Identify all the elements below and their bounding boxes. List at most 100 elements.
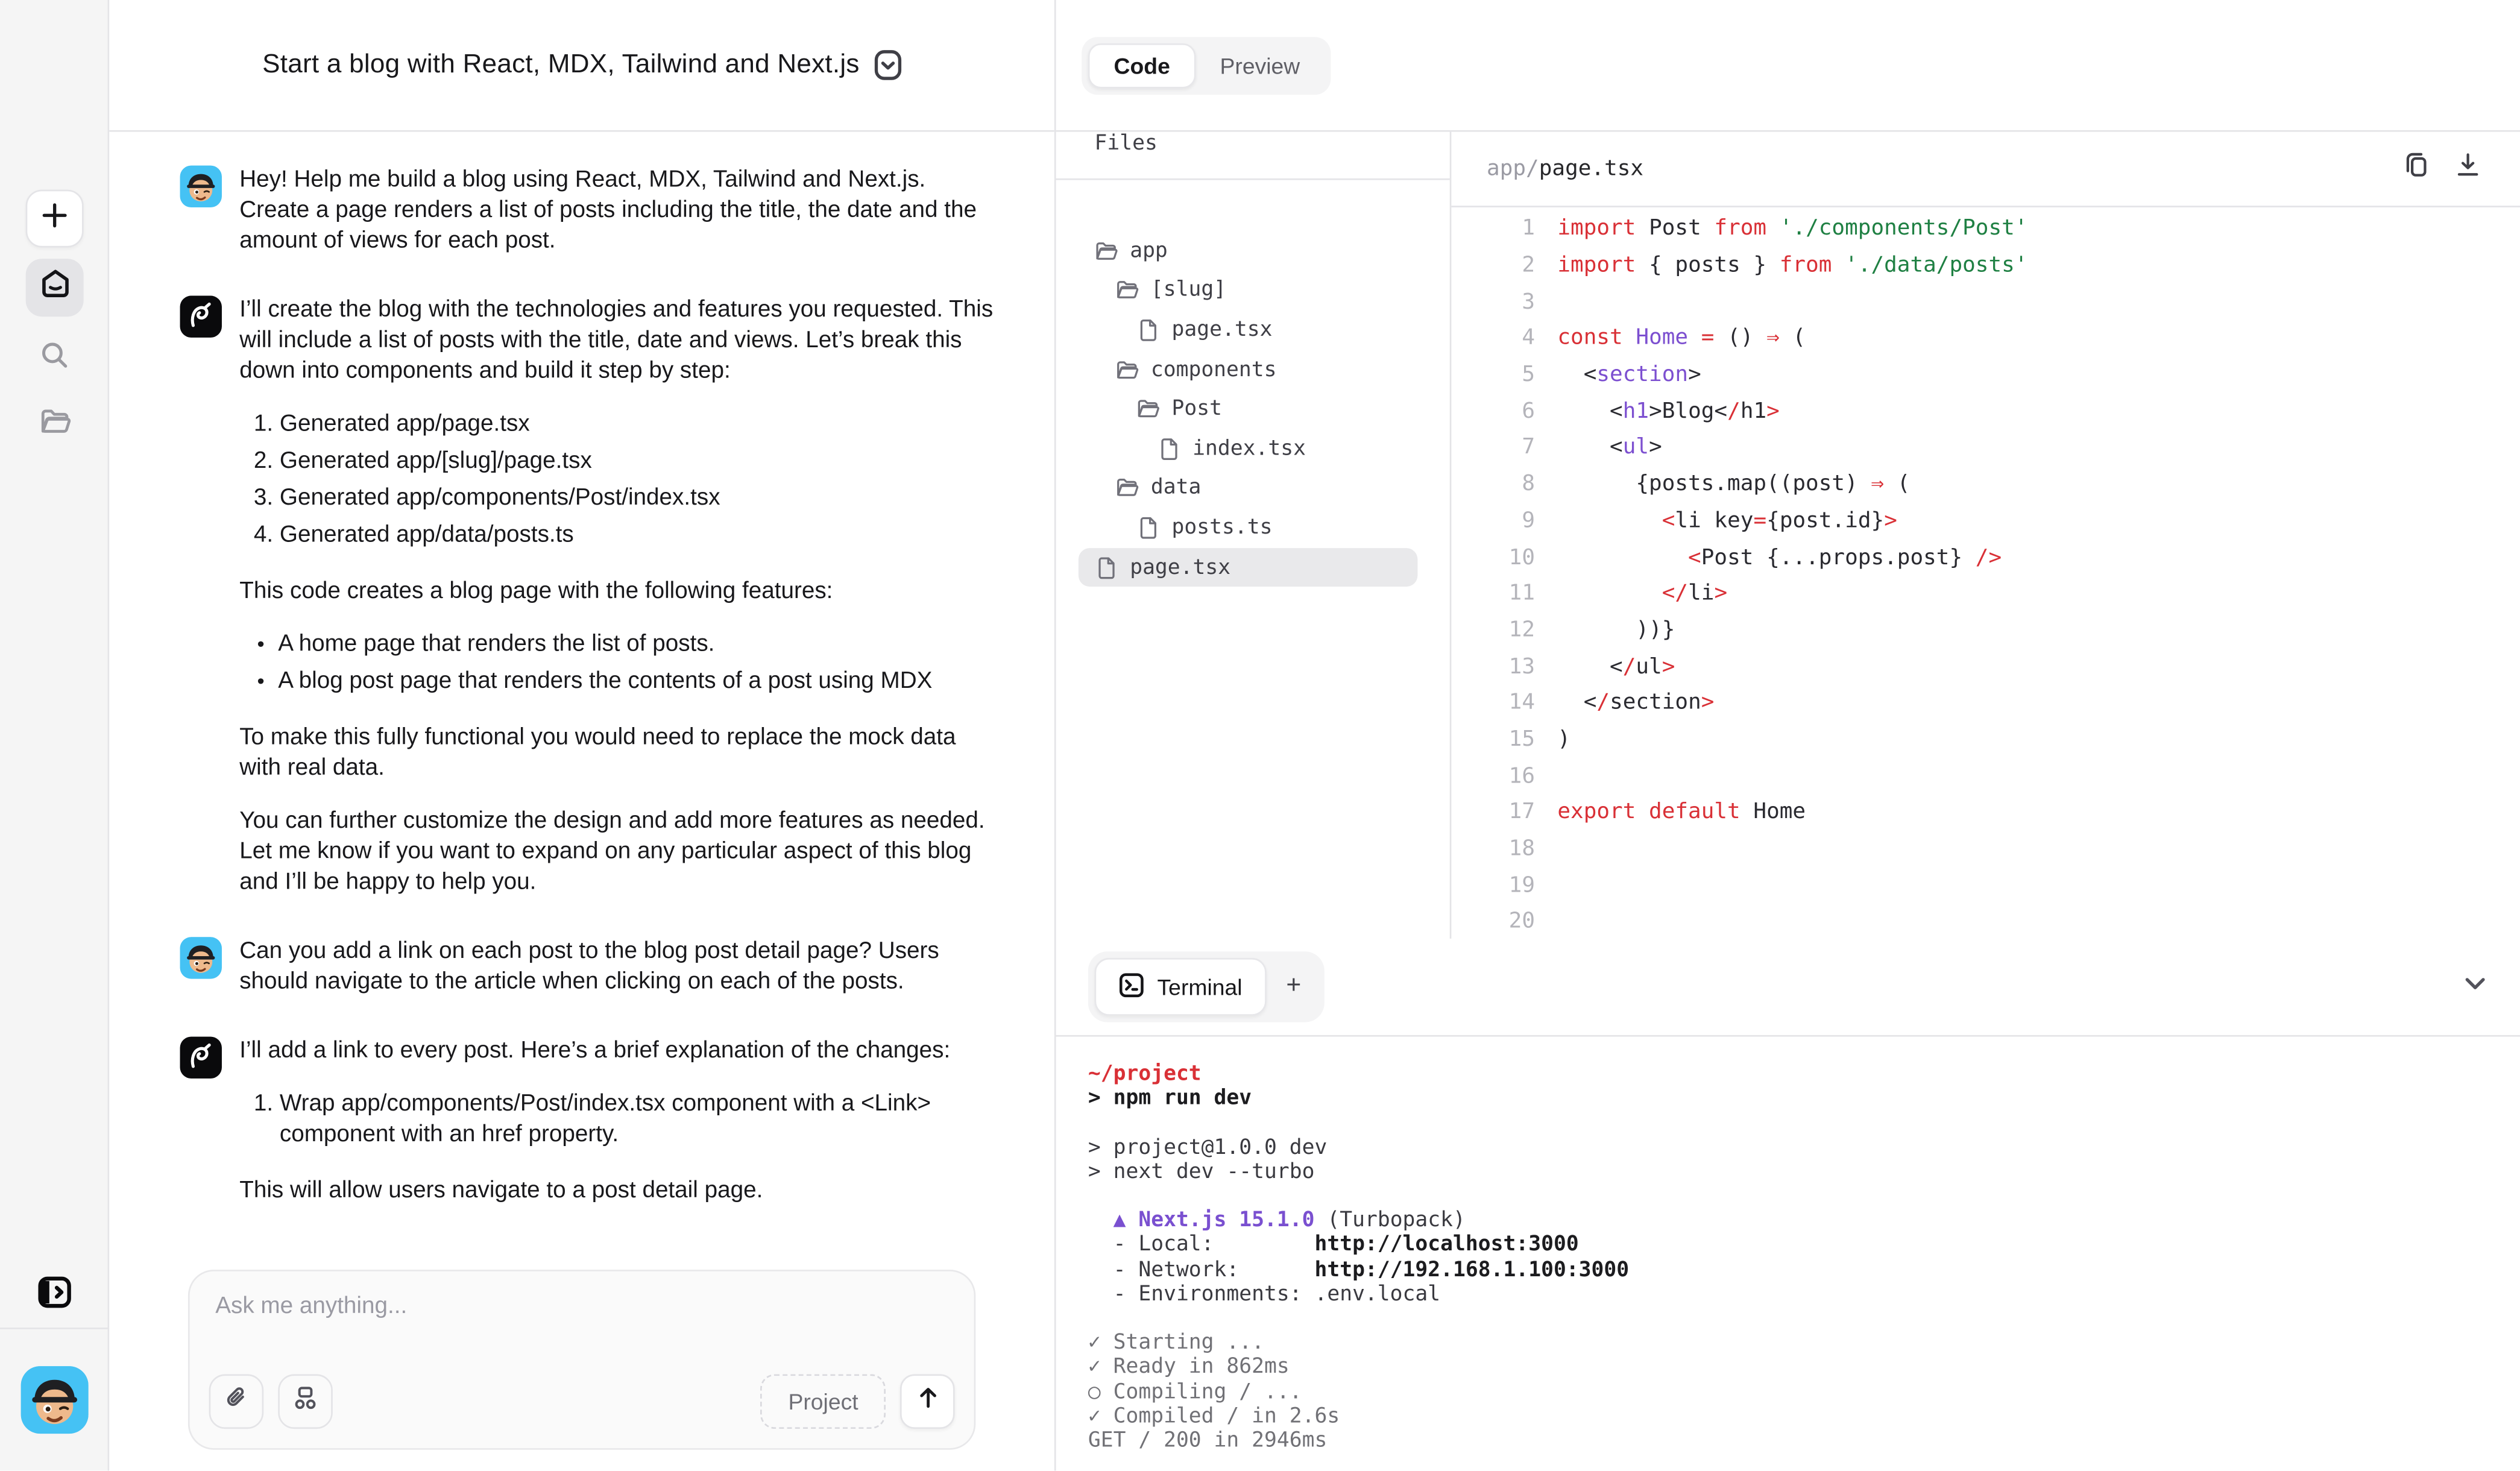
collapse-terminal-button[interactable] [2452, 965, 2498, 1010]
line-code: <h1>Blog</h1> [1535, 398, 1780, 424]
message-ul: A home page that renders the list of pos… [239, 630, 997, 698]
copy-code-button[interactable] [2395, 148, 2436, 189]
user-avatar [180, 937, 222, 978]
code-line: 5 <section> [1451, 356, 2520, 392]
folder-icon [1115, 476, 1139, 500]
line-number: 11 [1451, 581, 1535, 606]
file-name: components [1151, 358, 1277, 382]
terminal-bar: Terminal + [1056, 939, 2520, 1037]
message-p: I’ll create the blog with the technologi… [239, 296, 997, 388]
add-terminal-button[interactable]: + [1270, 958, 1318, 1016]
file-icon [1158, 437, 1182, 461]
code-line: 17export default Home [1451, 794, 2520, 830]
file-tree-item-Post[interactable]: Post [1079, 389, 1418, 429]
message-p: I’ll add a link to every post. Here’s a … [239, 1037, 997, 1068]
line-number: 15 [1451, 726, 1535, 752]
file-tree-item-page.tsx[interactable]: page.tsx [1079, 547, 1418, 587]
chevron-down-badge-icon[interactable] [874, 50, 901, 81]
list-item: A home page that renders the list of pos… [278, 630, 997, 661]
chat-title: Start a blog with React, MDX, Tailwind a… [262, 50, 860, 81]
composer-toolbar: Project [209, 1374, 955, 1429]
terminal-output[interactable]: ~/project > npm run dev > project@1.0.0 … [1056, 1037, 2520, 1471]
file-icon [1095, 555, 1119, 579]
file-name: posts.ts [1172, 516, 1273, 540]
code-line: 9 <li key={post.id}> [1451, 502, 2520, 538]
list-item: Wrap app/components/Post/index.tsx compo… [280, 1090, 997, 1151]
new-chat-button[interactable] [26, 190, 84, 248]
file-tree-item-components[interactable]: components [1079, 350, 1418, 390]
chat-input[interactable] [215, 1294, 922, 1320]
line-code: </section> [1535, 690, 1714, 716]
line-number: 12 [1451, 617, 1535, 643]
code-line: 7 <ul> [1451, 429, 2520, 465]
message-ol: Generated app/page.tsxGenerated app/[slu… [239, 410, 997, 552]
code-editor: app/page.tsx 1import Post from './compon… [1451, 132, 2520, 939]
line-code: <ul> [1535, 435, 1662, 461]
tab-preview[interactable]: Preview [1196, 43, 1325, 88]
search-button[interactable] [26, 330, 84, 388]
file-icon [1095, 555, 1119, 579]
home-button[interactable] [26, 259, 84, 317]
app-window: Start a blog with React, MDX, Tailwind a… [0, 0, 2520, 1471]
line-number: 3 [1451, 289, 1535, 315]
message-content: I’ll add a link to every post. Here’s a … [239, 1037, 997, 1208]
view-switcher: Code Preview [1082, 36, 1331, 94]
attach-button[interactable] [209, 1374, 264, 1429]
code-content[interactable]: 1import Post from './components/Post'2im… [1451, 207, 2520, 939]
panel-toggle-icon [37, 1274, 72, 1317]
chat-header: Start a blog with React, MDX, Tailwind a… [109, 0, 1054, 132]
composer: Project [188, 1270, 975, 1450]
code-line: 19 [1451, 867, 2520, 903]
line-code: import Post from './components/Post' [1535, 216, 2027, 242]
file-tree-item-data[interactable]: data [1079, 468, 1418, 508]
file-icon [1136, 318, 1161, 342]
files-label: Files [1095, 132, 1158, 156]
code-line: 16 [1451, 758, 2520, 794]
project-button[interactable]: Project [761, 1374, 886, 1429]
file-name: index.tsx [1192, 437, 1306, 461]
workspace-panel: Code Preview Files app[slug]page.tsxcomp… [1054, 0, 2520, 1471]
download-code-button[interactable] [2446, 148, 2488, 189]
line-code: import { posts } from './data/posts' [1535, 253, 2027, 279]
file-icon [1136, 318, 1161, 342]
file-tree-item-app[interactable]: app [1079, 232, 1418, 271]
toggle-sidebar-button[interactable] [26, 1267, 84, 1325]
file-tree-item-posts.ts[interactable]: posts.ts [1079, 508, 1418, 548]
blocks-icon [292, 1385, 318, 1419]
rail-divider [0, 1328, 109, 1329]
message-content: I’ll create the blog with the technologi… [239, 296, 997, 899]
projects-button[interactable] [26, 397, 84, 455]
plus-icon [40, 200, 69, 237]
file-tree-item-slug[interactable]: [slug] [1079, 271, 1418, 310]
code-line: 15) [1451, 721, 2520, 757]
code-line: 18 [1451, 830, 2520, 866]
code-line: 14 </section> [1451, 685, 2520, 721]
file-tree-item-page.tsx[interactable]: page.tsx [1079, 310, 1418, 350]
folder-icon [1115, 476, 1139, 500]
message-p: You can further customize the design and… [239, 807, 997, 898]
list-item: Generated app/[slug]/page.tsx [280, 447, 997, 477]
file-name: Post [1172, 397, 1222, 421]
user-memoji-icon [180, 937, 222, 978]
message-list: Hey! Help me build a blog using React, M… [109, 132, 1054, 1208]
user-message: Hey! Help me build a blog using React, M… [180, 166, 997, 257]
tab-code[interactable]: Code [1088, 43, 1196, 88]
user-account-avatar[interactable] [21, 1366, 89, 1434]
chevron-down-icon [2459, 967, 2491, 1007]
code-line: 8 {posts.map((post) ⇒ ( [1451, 466, 2520, 502]
folder-icon [1136, 397, 1161, 421]
left-rail [0, 0, 109, 1471]
line-code: ) [1535, 726, 1570, 752]
line-number: 7 [1451, 435, 1535, 461]
blocks-button[interactable] [278, 1374, 333, 1429]
terminal-tabs: Terminal + [1088, 951, 1325, 1022]
code-line: 3 [1451, 283, 2520, 320]
send-button[interactable] [900, 1374, 955, 1429]
list-item: Generated app/components/Post/index.tsx [280, 484, 997, 514]
line-code: {posts.map((post) ⇒ ( [1535, 471, 1910, 497]
terminal-tab[interactable]: Terminal [1095, 958, 1267, 1016]
v0-logo-icon [180, 296, 222, 338]
assistant-message: I’ll create the blog with the technologi… [180, 296, 997, 899]
file-tree-item-index.tsx[interactable]: index.tsx [1079, 429, 1418, 469]
code-editor-header: app/page.tsx [1451, 132, 2520, 207]
